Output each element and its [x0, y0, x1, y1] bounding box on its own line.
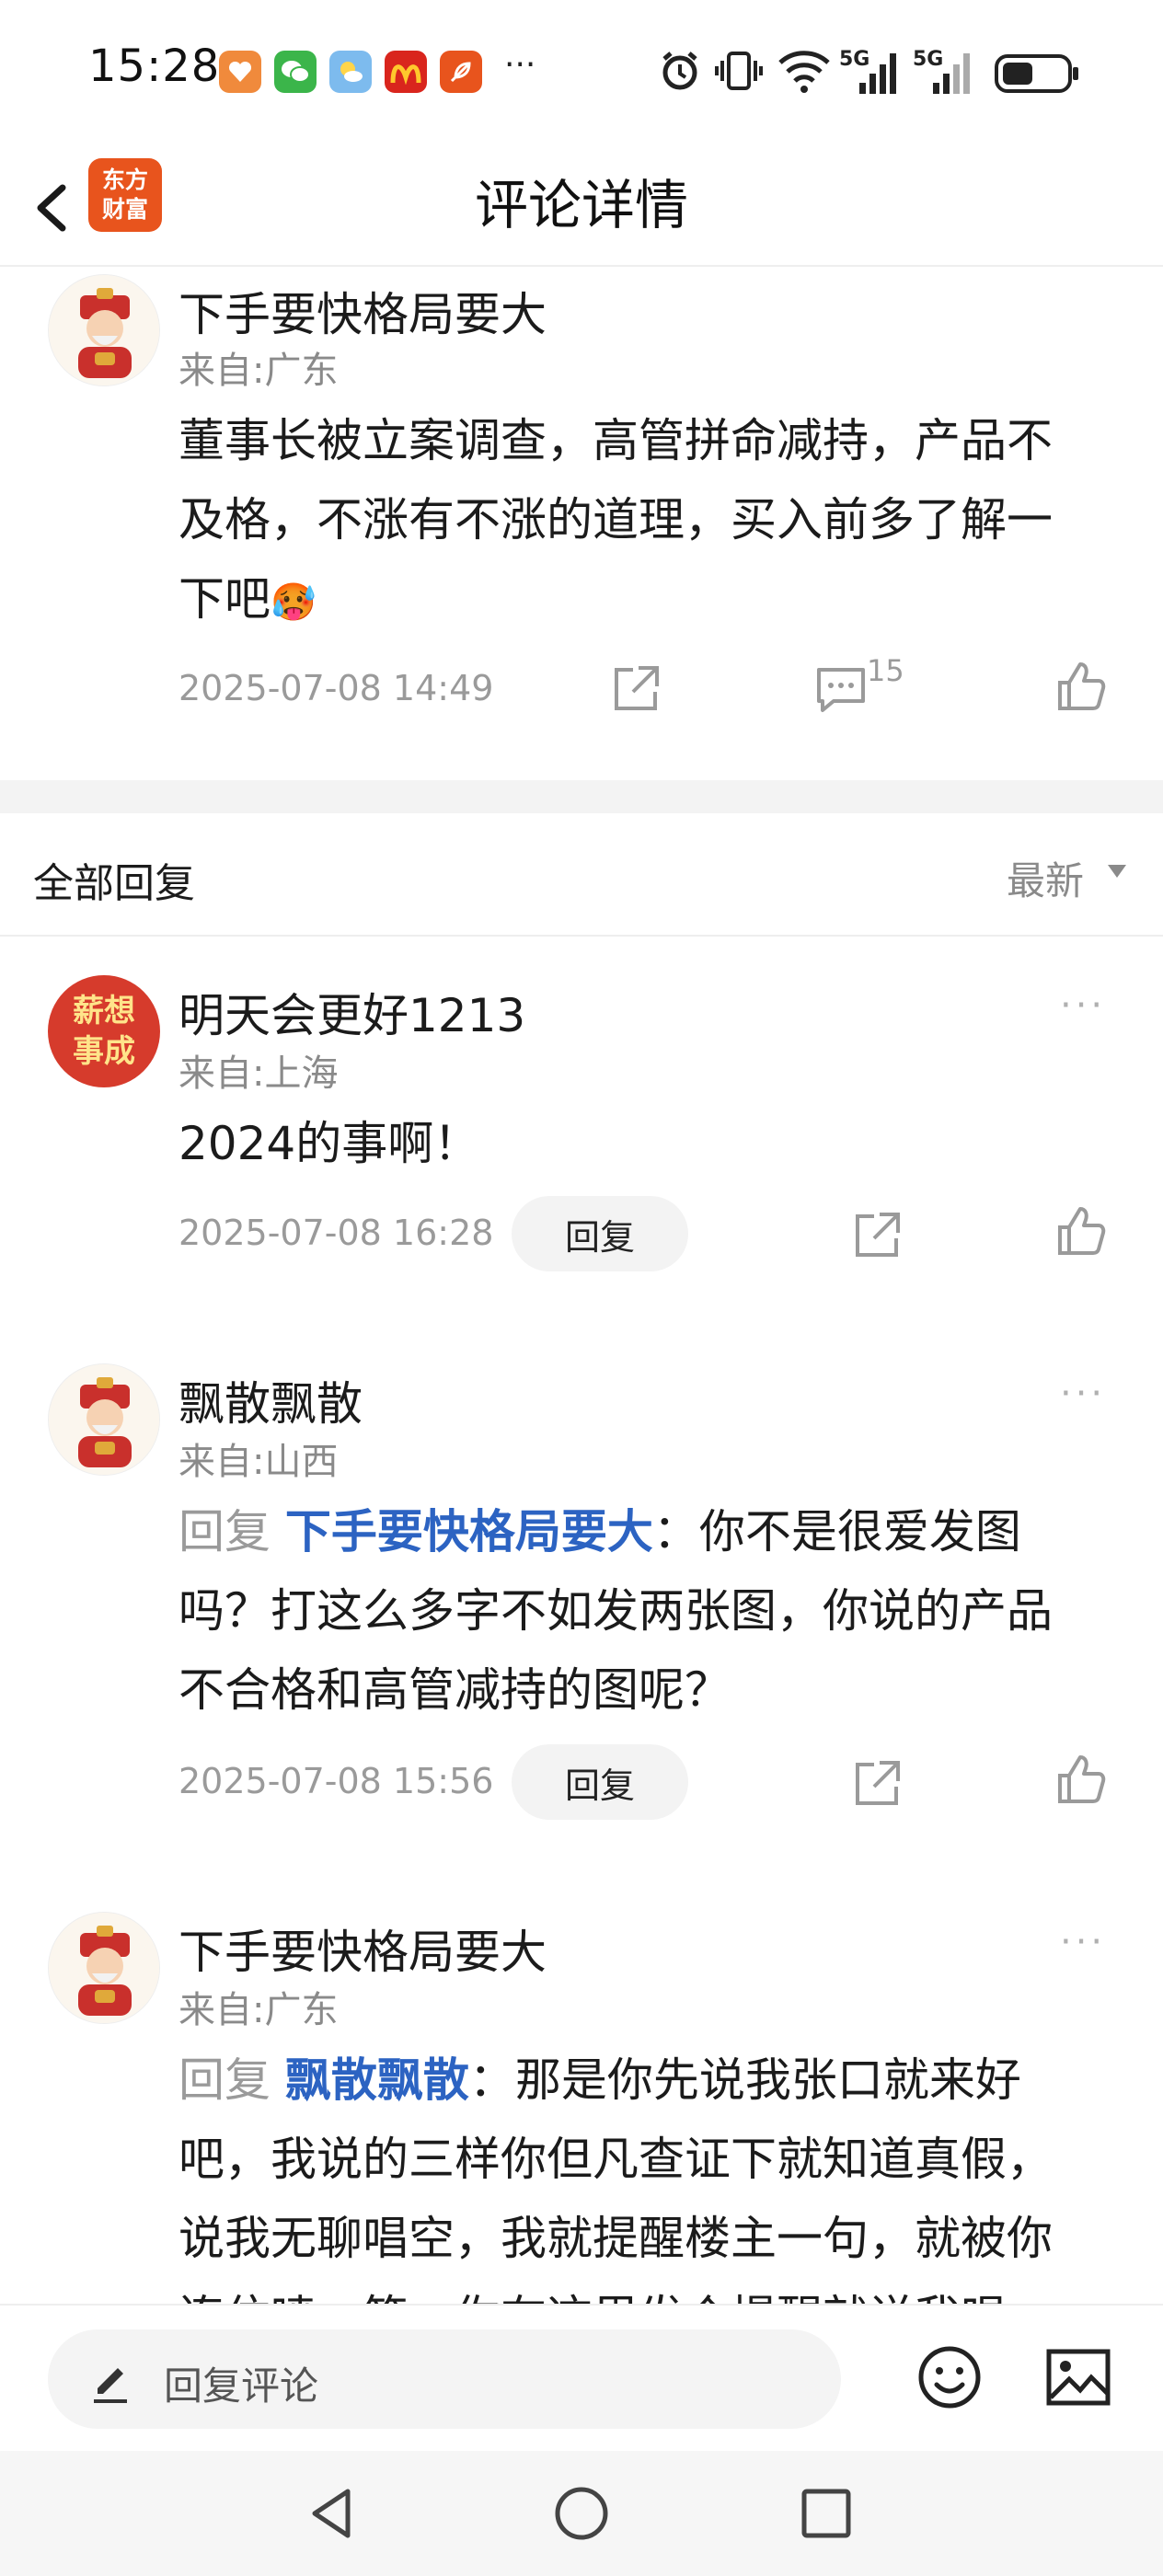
- sort-dropdown[interactable]: 最新: [1007, 850, 1084, 906]
- avatar-text-line: 薪想: [73, 993, 135, 1029]
- reply-location: 来自:上海: [178, 1052, 339, 1095]
- status-bar: 15:28 ··· 5G 5G: [0, 0, 1163, 147]
- home-nav-icon[interactable]: [552, 2484, 611, 2547]
- share-icon[interactable]: [609, 661, 664, 716]
- like-icon[interactable]: [1053, 659, 1108, 714]
- replies-title: 全部回复: [33, 860, 195, 907]
- replies-header: 全部回复 最新: [0, 813, 1163, 937]
- reply-line: 回复 飘散飘散：那是你先说我张口就来好: [178, 2041, 1108, 2120]
- image-icon[interactable]: [1045, 2348, 1111, 2410]
- post-line: 下吧🥵: [178, 559, 1099, 642]
- status-time: 15:28: [88, 40, 221, 92]
- reply-username[interactable]: 飘散飘散: [178, 1367, 363, 1433]
- wifi-icon: [777, 46, 832, 99]
- reply-prefix: 回复: [178, 2053, 285, 2107]
- post-location: 来自:广东: [178, 350, 339, 392]
- caishen-avatar-icon: [49, 1364, 159, 1475]
- avatar-text: 薪想 事成: [48, 975, 160, 1087]
- battery-icon: [994, 53, 1080, 98]
- reply-button[interactable]: 回复: [512, 1196, 688, 1271]
- reply-line: 吗？打这么多字不如发两张图，你说的产品: [178, 1584, 1053, 1638]
- system-nav-bar: [0, 2451, 1163, 2576]
- reply-line: 回复 下手要快格局要大：你不是很爱发图: [178, 1492, 1108, 1571]
- more-options-icon[interactable]: ···: [1060, 984, 1106, 1027]
- avatar-text-line: 事成: [73, 1033, 135, 1070]
- comment-icon[interactable]: [813, 661, 869, 716]
- reply-button[interactable]: 回复: [512, 1744, 688, 1820]
- reply-line: 吧，我说的三样你但凡查证下就知道真假，: [178, 2133, 1053, 2186]
- reply-line-text: ：那是你先说我张口就来好: [468, 2053, 1021, 2107]
- back-nav-icon[interactable]: [304, 2484, 363, 2547]
- avatar[interactable]: 薪想 事成: [48, 975, 160, 1087]
- signal-icon-2: [929, 48, 979, 99]
- share-icon[interactable]: [850, 1755, 905, 1811]
- reply-line: 连住喷一笔，你在这里发个提醒就说我唱: [178, 2278, 1108, 2304]
- reply-location: 来自:广东: [178, 1989, 339, 2031]
- section-divider: [0, 780, 1163, 813]
- reply-body: 回复 下手要快格局要大：你不是很爱发图 吗？打这么多字不如发两张图，你说的产品 …: [178, 1492, 1108, 1730]
- reply-line-text: ：你不是很爱发图: [652, 1505, 1021, 1558]
- post-timestamp: 2025-07-08 14:49: [178, 668, 494, 708]
- vibrate-icon: [714, 46, 764, 99]
- share-icon[interactable]: [850, 1207, 905, 1262]
- recents-nav-icon[interactable]: [799, 2486, 854, 2545]
- like-icon[interactable]: [1053, 1752, 1108, 1807]
- reply-prefix: 回复: [178, 1505, 285, 1558]
- pencil-icon: [90, 2355, 132, 2409]
- weather-icon: [329, 51, 372, 93]
- reply-input-bar: 回复评论: [0, 2304, 1163, 2451]
- post-body: 董事长被立案调查，高管拼命减持，产品不 及格，不涨有不涨的道理，买入前多了解一 …: [178, 401, 1099, 642]
- reply-timestamp: 2025-07-08 15:56: [178, 1761, 494, 1801]
- alarm-icon: [657, 48, 703, 98]
- emoji-icon[interactable]: [916, 2344, 983, 2414]
- reply-body: 2024的事啊！: [178, 1117, 480, 1170]
- reply-body: 回复 飘散飘散：那是你先说我张口就来好 吧，我说的三样你但凡查证下就知道真假， …: [178, 2041, 1108, 2304]
- health-app-icon: [219, 51, 261, 93]
- post-line: 董事长被立案调查，高管拼命减持，产品不: [178, 414, 1053, 467]
- mcdonalds-icon: [385, 51, 427, 93]
- sort-caret-icon[interactable]: [1106, 863, 1128, 883]
- reply-target-link[interactable]: 飘散飘散: [285, 2053, 469, 2107]
- more-options-icon[interactable]: ···: [1060, 1373, 1106, 1415]
- hot-face-emoji: 🥵: [271, 581, 317, 624]
- caishen-avatar-icon: [49, 1913, 159, 2023]
- caishen-avatar-icon: [49, 275, 159, 385]
- avatar[interactable]: [48, 274, 160, 386]
- like-icon[interactable]: [1053, 1203, 1108, 1259]
- post-line-text: 下吧: [178, 572, 271, 626]
- reply-input-placeholder: 回复评论: [164, 2363, 319, 2409]
- reply-username[interactable]: 下手要快格局要大: [178, 1915, 547, 1982]
- reply-line: 不合格和高管减持的图呢？: [178, 1663, 731, 1717]
- reply-timestamp: 2025-07-08 16:28: [178, 1213, 494, 1253]
- reply-input[interactable]: 回复评论: [48, 2329, 841, 2429]
- avatar[interactable]: [48, 1912, 160, 2024]
- post-username[interactable]: 下手要快格局要大: [178, 278, 547, 344]
- avatar[interactable]: [48, 1363, 160, 1476]
- feather-app-icon: [440, 51, 482, 93]
- reply-line: 说我无聊唱空，我就提醒楼主一句，就被你: [178, 2212, 1053, 2265]
- comment-count: 15: [867, 653, 904, 688]
- more-notifications-icon: ···: [504, 46, 536, 84]
- reply-target-link[interactable]: 下手要快格局要大: [285, 1505, 653, 1558]
- post-line: 及格，不涨有不涨的道理，买入前多了解一: [178, 493, 1053, 546]
- more-options-icon[interactable]: ···: [1060, 1921, 1106, 1963]
- wechat-icon: [274, 51, 317, 93]
- signal-icon-1: [856, 48, 905, 99]
- reply-location: 来自:山西: [178, 1441, 339, 1483]
- reply-username[interactable]: 明天会更好1213: [178, 979, 525, 1045]
- page-title: 评论详情: [474, 174, 688, 236]
